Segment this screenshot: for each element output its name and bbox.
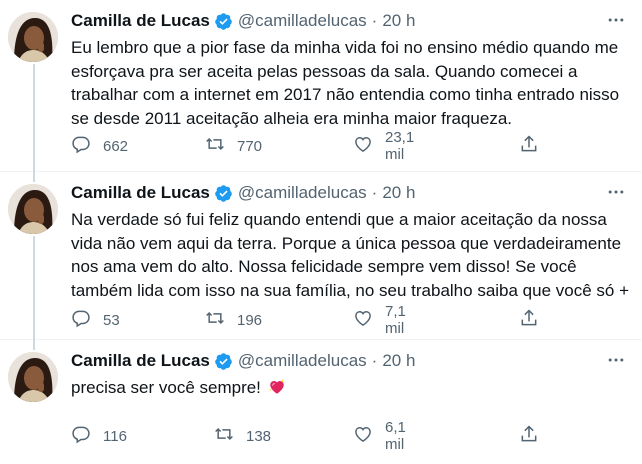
reply-icon (71, 424, 91, 448)
verified-badge-icon (214, 184, 233, 203)
retweet-icon (205, 308, 225, 332)
separator-dot: · (371, 351, 378, 370)
reply-count: 116 (103, 427, 127, 445)
timestamp[interactable]: 20 h (382, 11, 415, 31)
share-button[interactable] (519, 424, 539, 448)
retweet-icon (205, 134, 225, 158)
tweet-header: Camilla de Lucas @camilladelucas · 20 h (71, 350, 415, 372)
like-count: 6,1 mil (385, 419, 406, 453)
reply-count: 53 (103, 311, 120, 329)
tweet-1[interactable]: Camilla de Lucas @camilladelucas · 20 h … (0, 0, 642, 172)
share-icon (519, 424, 539, 448)
like-button[interactable]: 7,1 mil (353, 303, 406, 337)
retweet-count: 770 (237, 137, 263, 155)
thread-connector (33, 172, 35, 182)
timestamp[interactable]: 20 h (382, 351, 415, 371)
thread-connector (33, 236, 35, 340)
author-name[interactable]: Camilla de Lucas (71, 11, 210, 31)
author-handle[interactable]: @camilladelucas (238, 183, 367, 203)
avatar[interactable] (8, 184, 58, 234)
retweet-icon (214, 424, 234, 448)
tweet-text-container: precisa ser você sempre! (71, 376, 631, 400)
tweet-text: precisa ser você sempre! (71, 378, 261, 397)
tweet-3[interactable]: Camilla de Lucas @camilladelucas · 20 h … (0, 340, 642, 464)
share-icon (519, 308, 539, 332)
tweet-header: Camilla de Lucas @camilladelucas · 20 h (71, 182, 415, 204)
thread-connector (33, 64, 35, 172)
more-icon[interactable] (604, 182, 628, 206)
separator-dot: · (371, 183, 378, 202)
retweet-button[interactable]: 138 (214, 424, 271, 448)
share-button[interactable] (519, 308, 539, 332)
like-icon (353, 424, 373, 448)
like-icon (353, 134, 373, 158)
like-icon (353, 308, 373, 332)
retweet-count: 196 (237, 311, 263, 329)
reply-icon (71, 308, 91, 332)
author-handle[interactable]: @camilladelucas (238, 351, 367, 371)
like-button[interactable]: 6,1 mil (353, 419, 406, 453)
verified-badge-icon (214, 352, 233, 371)
share-icon (519, 134, 539, 158)
sparkling-heart-emoji (268, 378, 286, 396)
verified-badge-icon (214, 12, 233, 31)
reply-count: 662 (103, 137, 129, 155)
reply-button[interactable]: 116 (71, 424, 127, 448)
share-button[interactable] (519, 134, 539, 158)
reply-icon (71, 134, 91, 158)
more-icon[interactable] (604, 350, 628, 374)
author-name[interactable]: Camilla de Lucas (71, 351, 210, 371)
like-button[interactable]: 23,1 mil (353, 129, 414, 163)
separator-dot: · (371, 11, 378, 30)
more-icon[interactable] (604, 10, 628, 34)
retweet-count: 138 (246, 427, 272, 445)
retweet-button[interactable]: 770 (205, 134, 262, 158)
retweet-button[interactable]: 196 (205, 308, 262, 332)
author-handle[interactable]: @camilladelucas (238, 11, 367, 31)
tweet-2[interactable]: Camilla de Lucas @camilladelucas · 20 h … (0, 172, 642, 340)
thread-connector (33, 340, 35, 350)
tweet-header: Camilla de Lucas @camilladelucas · 20 h (71, 10, 415, 32)
reply-button[interactable]: 53 (71, 308, 120, 332)
like-count: 7,1 mil (385, 303, 406, 337)
avatar[interactable] (8, 12, 58, 62)
like-count: 23,1 mil (385, 129, 415, 163)
timestamp[interactable]: 20 h (382, 183, 415, 203)
tweet-text: Eu lembro que a pior fase da minha vida … (71, 38, 620, 128)
reply-button[interactable]: 662 (71, 134, 128, 158)
author-name[interactable]: Camilla de Lucas (71, 183, 210, 203)
tweet-text: Na verdade só fui feliz quando entendi q… (71, 210, 630, 300)
avatar[interactable] (8, 352, 58, 402)
